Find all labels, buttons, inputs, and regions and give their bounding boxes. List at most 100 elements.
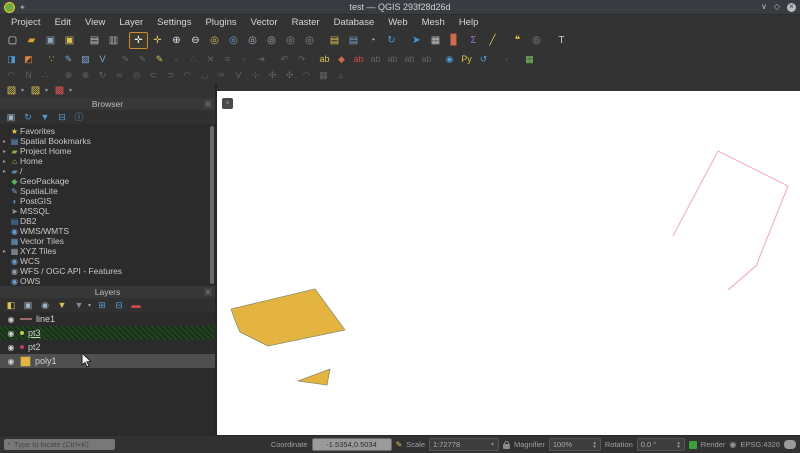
zoom-to-selection-icon[interactable]: ◎ <box>224 32 243 49</box>
measure-line-icon[interactable]: ╱ <box>483 32 502 49</box>
rotation-spinbox[interactable]: 0.0 ° ▲ ▼ <box>636 438 685 451</box>
new-spatial-bookmark-icon[interactable]: ▤ <box>325 32 344 49</box>
crs-indicator[interactable]: EPSG:4326 <box>740 440 780 449</box>
add-selected-layers-icon[interactable]: ▣ <box>3 110 19 124</box>
menu-mesh[interactable]: Mesh <box>415 17 452 28</box>
zoom-in-icon[interactable]: ⊕ <box>167 32 186 49</box>
coordinate-toggle-icon[interactable]: ✎ <box>396 440 403 449</box>
expand-arrow-icon[interactable]: ▸ <box>0 248 9 255</box>
browser-item-xyz-tiles[interactable]: ▸ ▦ XYZ Tiles <box>0 246 215 256</box>
map-canvas[interactable]: × <box>217 91 800 435</box>
zoom-native-icon[interactable]: ◎ <box>262 32 281 49</box>
browser-item-db2[interactable]: ▤ DB2 <box>0 216 215 226</box>
current-edits-icon[interactable]: ✎ <box>151 52 168 67</box>
show-statistics-icon[interactable]: Σ <box>464 32 483 49</box>
layer-row-pt2[interactable]: ◉ pt2 <box>0 340 215 354</box>
add-group-icon[interactable]: ▣ <box>20 298 36 312</box>
statistical-summary-icon[interactable]: ▊ <box>445 32 464 49</box>
menu-layer[interactable]: Layer <box>112 17 150 28</box>
save-project-icon[interactable]: ▣ <box>41 32 60 49</box>
identify-features-icon[interactable]: ➤ <box>407 32 426 49</box>
text-annotation-icon[interactable]: T <box>552 32 571 49</box>
visibility-eye-icon[interactable]: ◉ <box>6 357 16 366</box>
new-shapefile-layer-icon[interactable]: ▧ <box>77 52 94 67</box>
browser-item-postgis[interactable]: ◗ PostGIS <box>0 196 215 206</box>
menu-raster[interactable]: Raster <box>285 17 327 28</box>
properties-widget-icon[interactable]: ⓘ <box>71 110 87 124</box>
collapse-all-browser-icon[interactable]: ⊟ <box>54 110 70 124</box>
menu-project[interactable]: Project <box>4 17 48 28</box>
python-console-icon[interactable]: Py <box>458 52 475 67</box>
browser-item-vector-tiles[interactable]: ▦ Vector Tiles <box>0 236 215 246</box>
layer-row-line1[interactable]: ◉ line1 <box>0 312 215 326</box>
layer-labeling-icon[interactable]: ab <box>316 52 333 67</box>
maximize-button[interactable]: ◇ <box>774 3 780 11</box>
browser-item-project-home[interactable]: ▸ ▰ Project Home <box>0 146 215 156</box>
render-checkbox[interactable] <box>688 440 697 449</box>
browser-item-spatialite[interactable]: ✎ SpatiaLite <box>0 186 215 196</box>
layers-close-icon[interactable]: ✕ <box>204 288 212 296</box>
show-layout-manager-icon[interactable]: ▥ <box>104 32 123 49</box>
new-spatialite-layer-icon[interactable]: ✎ <box>60 52 77 67</box>
browser-item-spatial-bookmarks[interactable]: ▸ ▤ Spatial Bookmarks <box>0 136 215 146</box>
expand-arrow-icon[interactable]: ▸ <box>0 168 9 175</box>
layer-row-pt3[interactable]: ◉ pt3 <box>0 326 215 340</box>
visibility-eye-icon[interactable]: ◉ <box>6 343 16 352</box>
browser-item-geopackage[interactable]: ◆ GeoPackage <box>0 176 215 186</box>
coordinate-input[interactable]: -1.5354,0.5034 <box>311 438 392 451</box>
pan-map-icon[interactable]: ✛ <box>129 32 148 49</box>
menu-view[interactable]: View <box>78 17 112 28</box>
browser-item-wms-wmts[interactable]: ◉ WMS/WMTS <box>0 226 215 236</box>
zoom-magnifier-icon[interactable]: ◎ <box>527 32 546 49</box>
new-project-icon[interactable]: ▢ <box>3 32 22 49</box>
data-source-manager-icon[interactable]: ◨ <box>3 52 20 67</box>
filter-browser-icon[interactable]: ▼ <box>37 110 53 124</box>
select-features-icon[interactable]: ▧ <box>2 82 21 99</box>
menu-vector[interactable]: Vector <box>244 17 285 28</box>
minimize-button[interactable]: ∨ <box>761 3 767 11</box>
expand-arrow-icon[interactable]: ▸ <box>0 148 9 155</box>
zoom-next-icon[interactable]: ◎ <box>300 32 319 49</box>
filter-by-expression-icon[interactable]: ▼ <box>71 298 87 312</box>
layer-row-poly1[interactable]: ◉ poly1 <box>0 354 215 368</box>
new-geopackage-layer-icon[interactable]: ∵ <box>43 52 60 67</box>
chevron-down-icon[interactable]: ▾ <box>88 302 91 309</box>
expand-arrow-icon[interactable]: ▸ <box>0 158 9 165</box>
browser-item-ows[interactable]: ◉ OWS <box>0 276 215 286</box>
expand-arrow-icon[interactable]: ▸ <box>0 138 9 145</box>
refresh-map-icon[interactable]: ↻ <box>382 32 401 49</box>
menu-settings[interactable]: Settings <box>150 17 198 28</box>
chevron-down-icon[interactable]: ▾ <box>69 87 72 94</box>
open-attribute-table-icon[interactable]: ▦ <box>426 32 445 49</box>
deselect-features-icon[interactable]: ▩ <box>50 82 69 99</box>
menu-database[interactable]: Database <box>327 17 382 28</box>
metasearch-icon[interactable]: ◉ <box>441 52 458 67</box>
processing-toolbox-icon[interactable]: ↺ <box>475 52 492 67</box>
layer-diagram-icon[interactable]: ◆ <box>333 52 350 67</box>
new-print-layout-icon[interactable]: ▤ <box>85 32 104 49</box>
browser-item-wfs-ogc-api-features[interactable]: ◉ WFS / OGC API - Features <box>0 266 215 276</box>
visibility-eye-icon[interactable]: ◉ <box>6 329 16 338</box>
pan-to-selection-icon[interactable]: ✛ <box>148 32 167 49</box>
refresh-browser-icon[interactable]: ↻ <box>20 110 36 124</box>
menu-help[interactable]: Help <box>452 17 486 28</box>
expand-all-layers-icon[interactable]: ⊞ <box>94 298 110 312</box>
db-manager-icon[interactable]: ◩ <box>20 52 37 67</box>
scale-combobox[interactable]: 1:72778 ▼ <box>429 438 499 451</box>
zoom-full-icon[interactable]: ◎ <box>205 32 224 49</box>
temporal-controller-icon[interactable]: ◔ <box>363 32 382 49</box>
menu-web[interactable]: Web <box>381 17 414 28</box>
labeling-rules-icon[interactable]: ab <box>350 52 367 67</box>
spinner-arrows-icon[interactable]: ▲ ▼ <box>592 440 596 449</box>
browser-item-favorites[interactable]: ★ Favorites <box>0 126 215 136</box>
open-layer-styling-icon[interactable]: ◧ <box>3 298 19 312</box>
close-button[interactable]: × <box>787 2 796 12</box>
locate-input[interactable]: ⌕ Type to locate (Ctrl+K) <box>4 439 115 450</box>
zoom-out-icon[interactable]: ⊖ <box>186 32 205 49</box>
zoom-last-icon[interactable]: ◎ <box>281 32 300 49</box>
new-virtual-layer-icon[interactable]: V <box>94 52 111 67</box>
save-project-as-icon[interactable]: ▣ <box>60 32 79 49</box>
open-project-icon[interactable]: ▰ <box>22 32 41 49</box>
spinner-arrows-icon[interactable]: ▲ ▼ <box>676 440 680 449</box>
collapse-all-layers-icon[interactable]: ⊟ <box>111 298 127 312</box>
